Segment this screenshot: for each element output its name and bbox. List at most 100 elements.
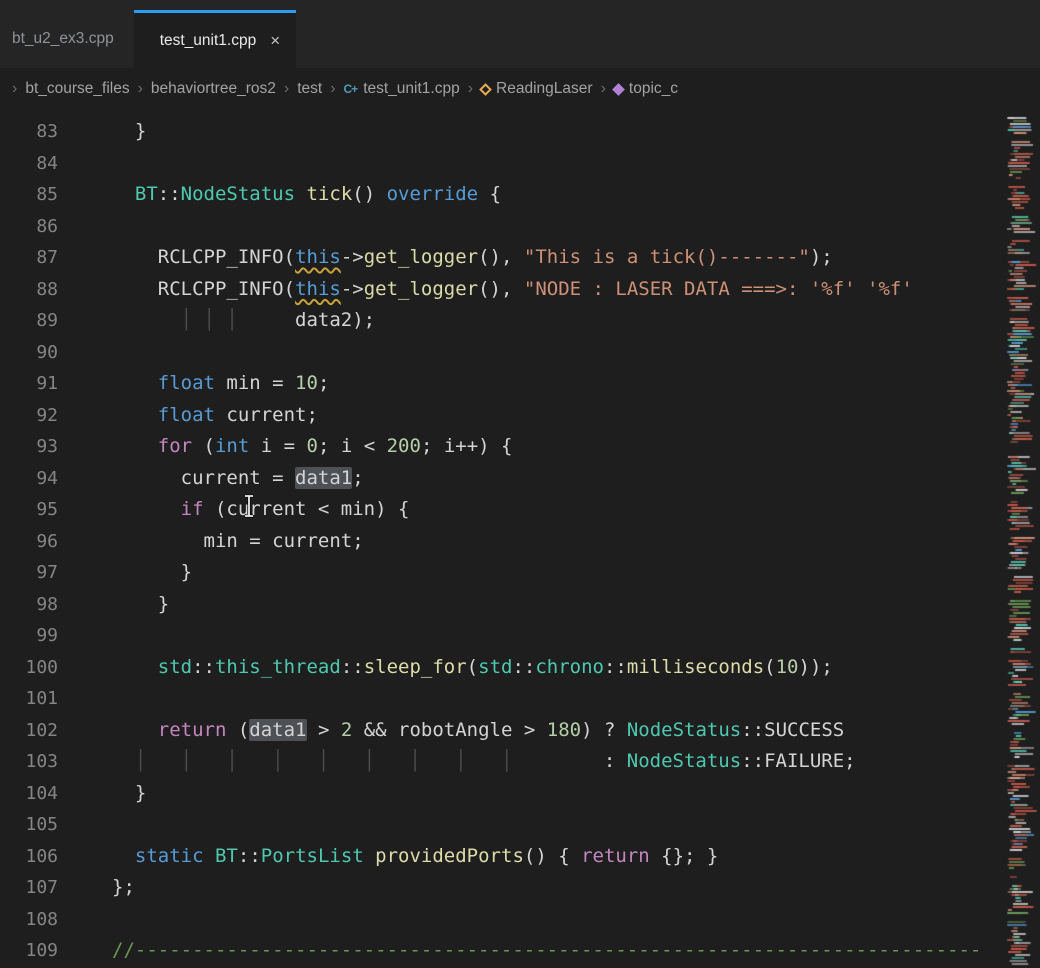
code-token: : [604, 750, 627, 772]
line-number[interactable]: 102 [0, 715, 58, 747]
code-line[interactable]: 106 static BT::PortsList providedPorts()… [0, 841, 1006, 873]
code-line[interactable]: 101 [0, 683, 1006, 715]
code-token [249, 309, 295, 331]
code-line[interactable]: 89 │ │ │ data2); [0, 305, 1006, 337]
code-line[interactable]: 99 [0, 620, 1006, 652]
code-line[interactable]: 84 [0, 148, 1006, 180]
line-number[interactable]: 86 [0, 211, 58, 243]
cpp-file-icon: C+ [344, 82, 358, 96]
line-number[interactable]: 99 [0, 620, 58, 652]
line-number[interactable]: 100 [0, 652, 58, 684]
tab-bt_u2_ex3.cpp[interactable]: bt_u2_ex3.cpp [0, 10, 134, 68]
code-line[interactable]: 86 [0, 211, 1006, 243]
close-icon[interactable]: × [270, 31, 280, 51]
code-editor[interactable]: 83 }8485 BT::NodeStatus tick() override … [0, 110, 1006, 968]
code-token: {}; } [650, 845, 719, 867]
line-number[interactable]: 87 [0, 242, 58, 274]
code-line[interactable]: 95 if (current < min) { [0, 494, 1006, 526]
line-number[interactable]: 106 [0, 841, 58, 873]
line-number[interactable]: 109 [0, 935, 58, 967]
line-number[interactable]: 89 [0, 305, 58, 337]
line-number[interactable]: 101 [0, 683, 58, 715]
code-line[interactable]: 104 } [0, 778, 1006, 810]
tab-test_unit1.cpp[interactable]: test_unit1.cpp × [134, 10, 296, 68]
code-line[interactable]: 103 │ │ │ │ │ │ │ │ │ : NodeStatus::FAIL… [0, 746, 1006, 778]
breadcrumb-item-bt_course_files[interactable]: bt_course_files [25, 80, 129, 98]
code-line[interactable]: 92 float current; [0, 400, 1006, 432]
code-line[interactable]: 105 [0, 809, 1006, 841]
minimap-canvas [1006, 110, 1040, 968]
code-line[interactable]: 94 current = data1; [0, 463, 1006, 495]
tab-label: test_unit1.cpp [160, 32, 257, 50]
line-number[interactable]: 93 [0, 431, 58, 463]
code-line[interactable]: 100 std::this_thread::sleep_for(std::chr… [0, 652, 1006, 684]
line-number[interactable]: 108 [0, 904, 58, 936]
line-number[interactable]: 105 [0, 809, 58, 841]
line-number[interactable]: 98 [0, 589, 58, 621]
minimap[interactable] [1006, 110, 1040, 968]
line-number[interactable]: 90 [0, 337, 58, 369]
line-number[interactable]: 84 [0, 148, 58, 180]
code-token: () [352, 183, 386, 205]
code-token: > [307, 719, 341, 741]
line-number[interactable]: 96 [0, 526, 58, 558]
breadcrumb-item-topic_c[interactable]: topic_c [614, 80, 678, 98]
line-number[interactable]: 107 [0, 872, 58, 904]
code-token: current = [181, 467, 295, 489]
code-token: (current < min) { [204, 498, 410, 520]
line-number[interactable]: 91 [0, 368, 58, 400]
code-token: { [478, 183, 501, 205]
line-number[interactable]: 85 [0, 179, 58, 211]
code-line[interactable]: 96 min = current; [0, 526, 1006, 558]
code-token: │ │ │ │ │ │ │ │ │ [135, 750, 547, 772]
code-line-text [58, 683, 112, 715]
code-token: ( [284, 246, 295, 268]
code-line[interactable]: 98 } [0, 589, 1006, 621]
breadcrumb-item-test_unit1.cpp[interactable]: C+test_unit1.cpp [344, 80, 460, 98]
code-line[interactable]: 102 return (data1 > 2 && robotAngle > 18… [0, 715, 1006, 747]
code-line[interactable]: 87 RCLCPP_INFO(this->get_logger(), "This… [0, 242, 1006, 274]
code-line[interactable]: 83 } [0, 116, 1006, 148]
code-token: -> [341, 278, 364, 300]
line-number[interactable]: 103 [0, 746, 58, 778]
code-token: float [158, 404, 215, 426]
code-token [295, 183, 306, 205]
code-line[interactable]: 109//-----------------------------------… [0, 935, 1006, 967]
code-token: ( [192, 435, 215, 457]
code-line-text: }; [58, 872, 135, 904]
code-line[interactable]: 107}; [0, 872, 1006, 904]
line-number[interactable]: 104 [0, 778, 58, 810]
code-line[interactable]: 91 float min = 10; [0, 368, 1006, 400]
code-line-text: return (data1 > 2 && robotAngle > 180) ?… [58, 715, 844, 747]
code-token: "This is a tick()-------" [524, 246, 810, 268]
breadcrumb-item-ReadingLaser[interactable]: ReadingLaser [481, 80, 593, 98]
code-line-text: │ │ │ │ │ │ │ │ │ : NodeStatus::FAILURE; [58, 746, 856, 778]
code-line[interactable]: 93 for (int i = 0; i < 200; i++) { [0, 431, 1006, 463]
line-number[interactable]: 83 [0, 116, 58, 148]
line-number[interactable]: 95 [0, 494, 58, 526]
breadcrumb-item-behaviortree_ros2[interactable]: behaviortree_ros2 [151, 80, 276, 98]
code-token: SUCCESS [764, 719, 844, 741]
code-line[interactable]: 90 [0, 337, 1006, 369]
line-number[interactable]: 88 [0, 274, 58, 306]
chevron-right-icon: › [12, 80, 17, 98]
code-token [112, 750, 135, 772]
breadcrumb-item-test[interactable]: test [297, 80, 322, 98]
breadcrumb-label: ReadingLaser [496, 80, 593, 98]
code-token: :: [741, 719, 764, 741]
code-token: } [112, 593, 169, 615]
code-token [112, 246, 158, 268]
code-line[interactable]: 108 [0, 904, 1006, 936]
code-token: tick [307, 183, 353, 205]
code-line[interactable]: 88 RCLCPP_INFO(this->get_logger(), "NODE… [0, 274, 1006, 306]
code-token [364, 845, 375, 867]
line-number[interactable]: 97 [0, 557, 58, 589]
code-line[interactable]: 97 } [0, 557, 1006, 589]
code-line[interactable]: 85 BT::NodeStatus tick() override { [0, 179, 1006, 211]
code-token: for [158, 435, 192, 457]
line-number[interactable]: 94 [0, 463, 58, 495]
line-number[interactable]: 92 [0, 400, 58, 432]
code-token: std [478, 656, 512, 678]
code-token: :: [192, 656, 215, 678]
code-token: data1 [295, 467, 352, 489]
